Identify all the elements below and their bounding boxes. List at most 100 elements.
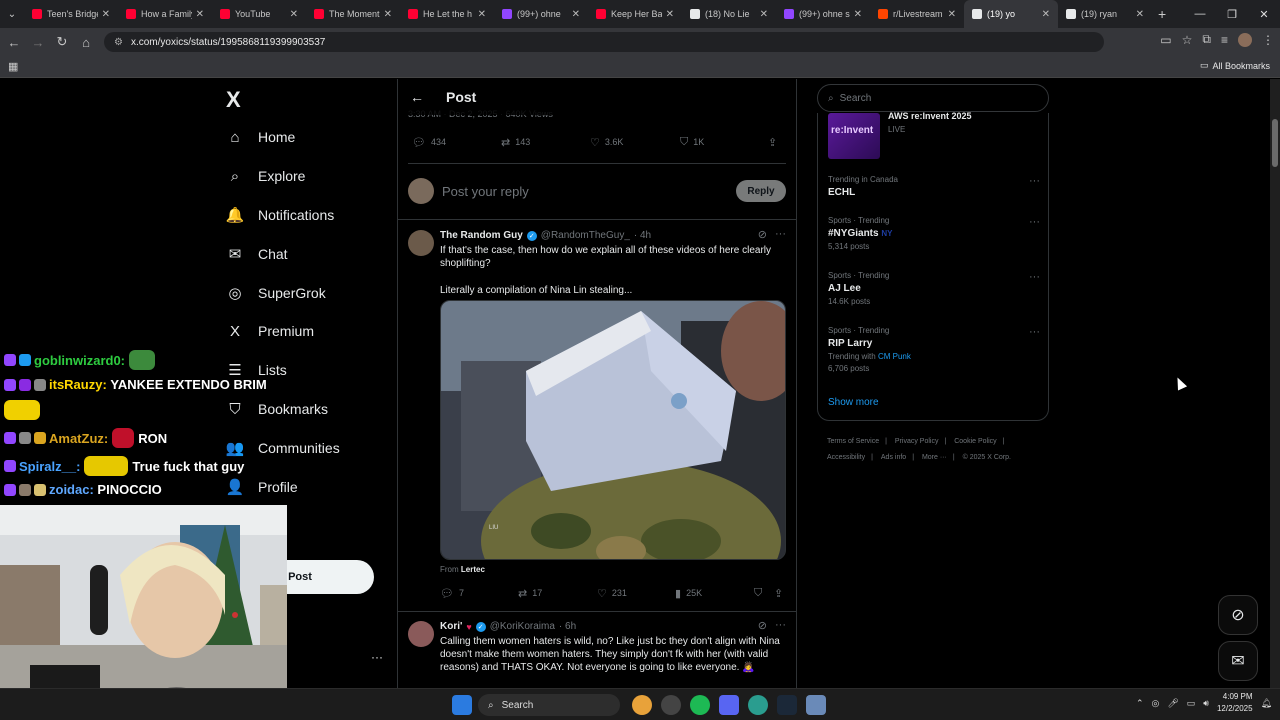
- trend-more-icon[interactable]: ···: [1029, 175, 1040, 187]
- taskbar-search[interactable]: ⌕ Search: [478, 694, 620, 716]
- browser-tab[interactable]: r/Livestream ✕: [870, 0, 964, 28]
- profile-avatar[interactable]: [1238, 32, 1252, 47]
- settings-icon[interactable]: [806, 695, 826, 715]
- browser-tab[interactable]: Teen's Bridge ✕: [24, 0, 118, 28]
- chrome-icon[interactable]: [632, 695, 652, 715]
- share-action[interactable]: ⇪: [768, 136, 777, 149]
- tab-close-icon[interactable]: ✕: [572, 9, 580, 20]
- discord-icon[interactable]: [719, 695, 739, 715]
- back-icon[interactable]: ←: [2, 35, 26, 50]
- display-name[interactable]: The Random Guy: [440, 230, 523, 241]
- browser-tab[interactable]: He Let the h ✕: [400, 0, 494, 28]
- obs-icon[interactable]: [661, 695, 681, 715]
- like-action[interactable]: ♡ 231: [597, 587, 627, 600]
- trend-item[interactable]: Trending in Canada ECHL ···: [828, 175, 1040, 198]
- browser-tab[interactable]: The Moment ✕: [306, 0, 400, 28]
- nav-item-premium[interactable]: X Premium: [226, 322, 314, 340]
- cast-icon[interactable]: ▭: [1160, 33, 1171, 47]
- footer-link[interactable]: Ads info: [881, 454, 906, 461]
- back-arrow-icon[interactable]: ←: [410, 89, 430, 105]
- messages-float-button[interactable]: ✉: [1218, 641, 1258, 681]
- trending-with-link[interactable]: CM Punk: [878, 352, 911, 361]
- repost-action[interactable]: ⇄ 17: [518, 587, 542, 600]
- close-window-icon[interactable]: ✕: [1248, 8, 1280, 21]
- source-link[interactable]: Lertec: [461, 565, 485, 574]
- notifications-icon[interactable]: 🔔︎: [1261, 698, 1272, 709]
- network-icon[interactable]: ▭: [1187, 698, 1196, 709]
- microphone-icon[interactable]: 🎤︎: [1167, 698, 1178, 709]
- grok-icon[interactable]: ⊘: [758, 228, 767, 241]
- browser-tab[interactable]: (99+) ohne ✕: [494, 0, 588, 28]
- more-icon[interactable]: ···: [775, 228, 786, 241]
- nav-item-supergrok[interactable]: ◎ SuperGrok: [226, 284, 325, 302]
- repost-action[interactable]: ⇄ 143: [501, 136, 530, 149]
- reply-action[interactable]: 💬︎ 434: [412, 136, 446, 149]
- tab-search-icon[interactable]: ⌄: [0, 9, 24, 20]
- like-action[interactable]: ♡ 3.6K: [590, 136, 623, 149]
- volume-icon[interactable]: 🔊︎: [1203, 698, 1209, 709]
- trend-more-icon[interactable]: ···: [1029, 216, 1040, 228]
- all-bookmarks-button[interactable]: ▭ All Bookmarks: [1200, 60, 1270, 71]
- more-icon[interactable]: ···: [775, 619, 786, 632]
- extensions-icon[interactable]: ⧉: [1202, 32, 1211, 47]
- grok-float-button[interactable]: ⊘: [1218, 595, 1258, 635]
- page-scrollbar[interactable]: [1270, 79, 1280, 688]
- tab-close-icon[interactable]: ✕: [948, 9, 956, 20]
- minimize-icon[interactable]: —: [1184, 8, 1216, 20]
- tab-close-icon[interactable]: ✕: [290, 9, 298, 20]
- menu-icon[interactable]: ⋮: [1262, 33, 1274, 47]
- nav-item-notifications[interactable]: 🔔 Notifications: [226, 206, 335, 224]
- browser-tab[interactable]: (19) yo ✕: [964, 0, 1058, 28]
- reply-button[interactable]: Reply: [736, 180, 786, 202]
- browser-tab[interactable]: (99+) ohne s ✕: [776, 0, 870, 28]
- restore-icon[interactable]: ❐: [1216, 8, 1248, 21]
- views-action[interactable]: ▮ 25K: [675, 587, 702, 600]
- trend-more-icon[interactable]: ···: [1029, 326, 1040, 338]
- reply-action[interactable]: 💬︎ 7: [440, 587, 464, 600]
- handle[interactable]: @RandomTheGuy_: [541, 230, 630, 241]
- trend-item[interactable]: Sports · Trending #NYGiants NY 5,314 pos…: [828, 216, 1040, 251]
- nav-item-home[interactable]: ⌂ Home: [226, 128, 295, 146]
- tab-close-icon[interactable]: ✕: [760, 9, 768, 20]
- bookmark-action[interactable]: ⛉: [754, 587, 762, 600]
- tray-chevron-icon[interactable]: ⌃: [1136, 698, 1144, 709]
- nav-item-chat[interactable]: ✉ Chat: [226, 245, 288, 263]
- browser-tab[interactable]: How a Family ✕: [118, 0, 212, 28]
- windows-start-icon[interactable]: [452, 695, 472, 715]
- tab-close-icon[interactable]: ✕: [854, 9, 862, 20]
- tab-close-icon[interactable]: ✕: [1042, 9, 1050, 20]
- home-icon[interactable]: ⌂: [74, 35, 98, 50]
- account-more-icon[interactable]: ···: [371, 650, 383, 664]
- live-event[interactable]: re:Invent AWS re:Invent 2025 LIVE: [828, 111, 972, 159]
- bookmark-action[interactable]: ⛉ 1K: [680, 136, 704, 149]
- browser-tab[interactable]: (19) ryan ✕: [1058, 0, 1152, 28]
- spotify-icon[interactable]: [690, 695, 710, 715]
- address-bar[interactable]: ⚙ x.com/yoxics/status/199586811939990353…: [104, 32, 1104, 52]
- display-name[interactable]: Kori': [440, 621, 462, 632]
- reply-input[interactable]: Post your reply: [442, 184, 529, 199]
- grok-icon[interactable]: ⊘: [758, 619, 767, 632]
- browser-tab[interactable]: (18) No Lie ✕: [682, 0, 776, 28]
- apps-grid-icon[interactable]: ▦: [8, 60, 18, 73]
- footer-link[interactable]: More ···: [922, 454, 947, 461]
- handle[interactable]: @KoriKoraima: [490, 621, 555, 632]
- search-input[interactable]: ⌕ Search: [817, 84, 1049, 112]
- nav-item-explore[interactable]: ⌕ Explore: [226, 167, 306, 185]
- avatar[interactable]: [408, 230, 434, 256]
- show-more-link[interactable]: Show more: [828, 397, 879, 408]
- trend-item[interactable]: Sports · Trending RIP Larry Trending wit…: [828, 326, 1040, 373]
- site-info-icon[interactable]: ⚙: [114, 37, 123, 48]
- timestamp[interactable]: · 6h: [559, 621, 576, 632]
- footer-link[interactable]: Cookie Policy: [954, 438, 996, 445]
- reply-tweet[interactable]: Kori' ♥ ✓ @KoriKoraima · 6h ⊘ ··· Callin…: [408, 619, 788, 688]
- nav-item-communities[interactable]: 👥 Communities: [226, 439, 340, 457]
- nav-item-bookmarks[interactable]: ⛉ Bookmarks: [226, 400, 328, 418]
- scrollbar-thumb[interactable]: [1272, 119, 1278, 167]
- reload-icon[interactable]: ↻: [50, 34, 74, 50]
- tab-close-icon[interactable]: ✕: [1136, 9, 1144, 20]
- footer-link[interactable]: Privacy Policy: [895, 438, 939, 445]
- tab-close-icon[interactable]: ✕: [666, 9, 674, 20]
- nav-item-profile[interactable]: 👤 Profile: [226, 478, 298, 496]
- steam-icon[interactable]: [777, 695, 797, 715]
- new-tab-icon[interactable]: +: [1158, 6, 1166, 22]
